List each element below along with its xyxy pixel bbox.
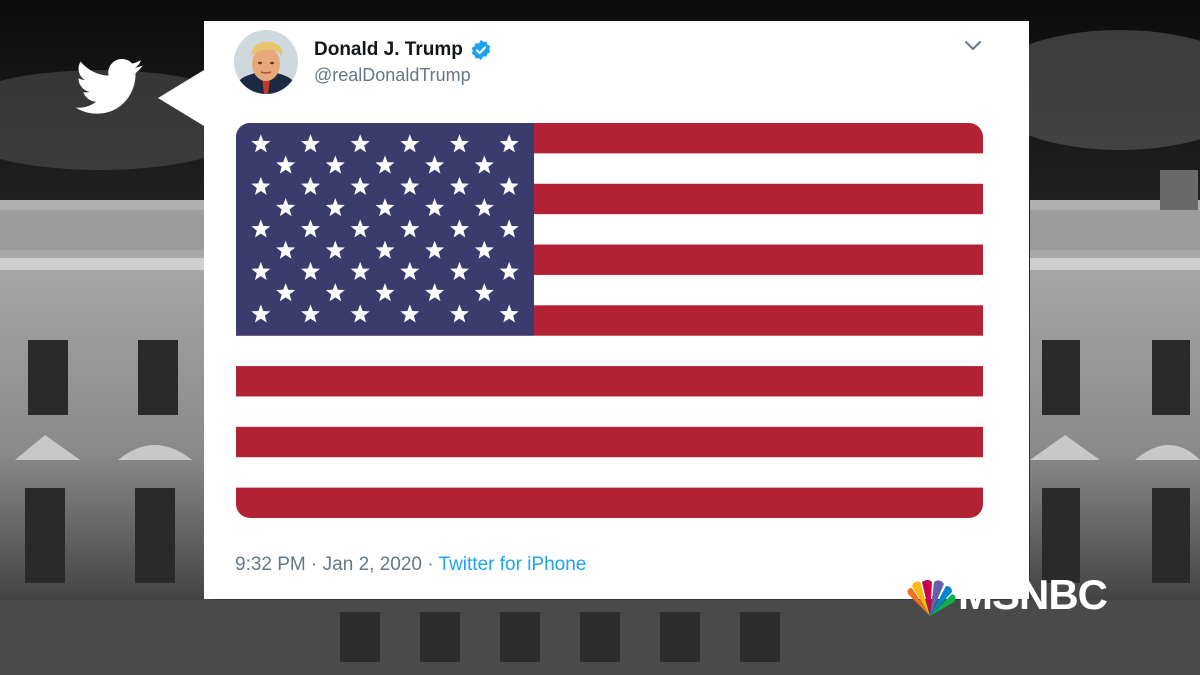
flag-stripe (236, 335, 983, 367)
flag-stripe (236, 396, 983, 428)
tweet-card-pointer (158, 70, 204, 126)
chevron-down-icon[interactable] (964, 39, 982, 53)
flag-canton (236, 123, 534, 336)
tweet-source[interactable]: Twitter for iPhone (439, 554, 587, 575)
tweet-card: Donald J. Trump @realDonaldTrump 9:32 PM… (204, 21, 1029, 599)
flag-stripe (236, 426, 983, 458)
tweet-image-us-flag[interactable] (236, 123, 983, 518)
meta-separator: · (305, 554, 323, 575)
tweet-time[interactable]: 9:32 PM (235, 554, 306, 575)
author-handle[interactable]: @realDonaldTrump (314, 65, 471, 86)
flag-stripe (236, 487, 983, 518)
meta-separator: · (421, 554, 439, 575)
twitter-bird-icon (76, 58, 143, 114)
author-name[interactable]: Donald J. Trump (314, 39, 463, 61)
tweet-date[interactable]: Jan 2, 2020 (323, 554, 422, 575)
tweet-meta: 9:32 PM · Jan 2, 2020 · Twitter for iPho… (235, 554, 586, 576)
verified-badge-icon (471, 39, 491, 61)
avatar[interactable] (234, 30, 298, 94)
flag-stripe (236, 457, 983, 489)
flag-stripe (236, 366, 983, 397)
network-logo-text: MSNBC (958, 571, 1108, 618)
us-flag-image (236, 123, 983, 518)
